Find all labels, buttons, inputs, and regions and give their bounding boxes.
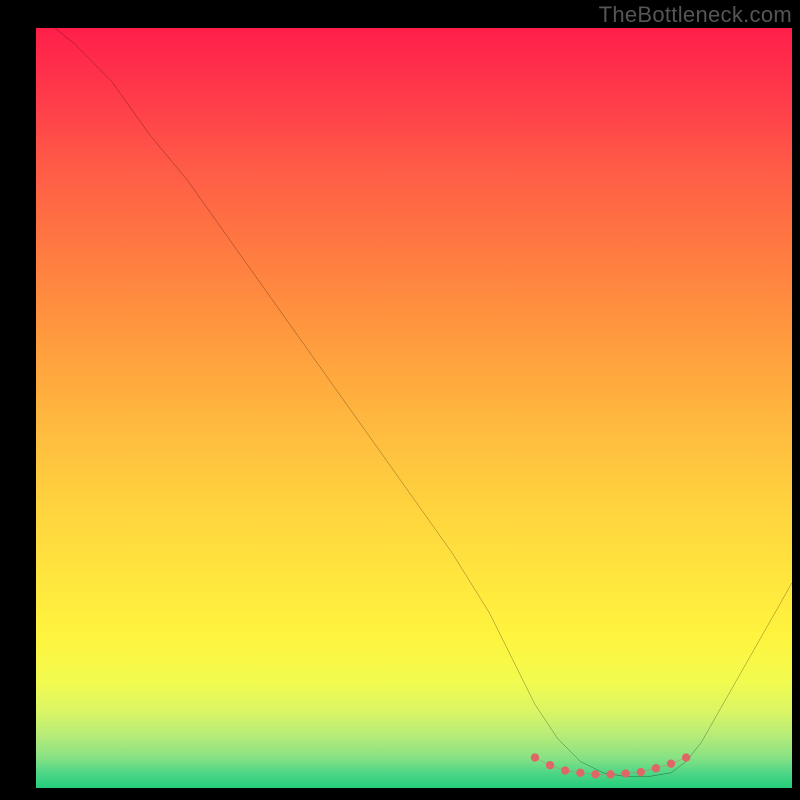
bottleneck-curve xyxy=(36,28,792,777)
chart-svg xyxy=(36,28,792,788)
marker-dot xyxy=(531,753,539,761)
watermark-text: TheBottleneck.com xyxy=(599,2,792,28)
chart-container: TheBottleneck.com xyxy=(0,0,800,800)
optimal-zone-markers xyxy=(531,753,691,778)
